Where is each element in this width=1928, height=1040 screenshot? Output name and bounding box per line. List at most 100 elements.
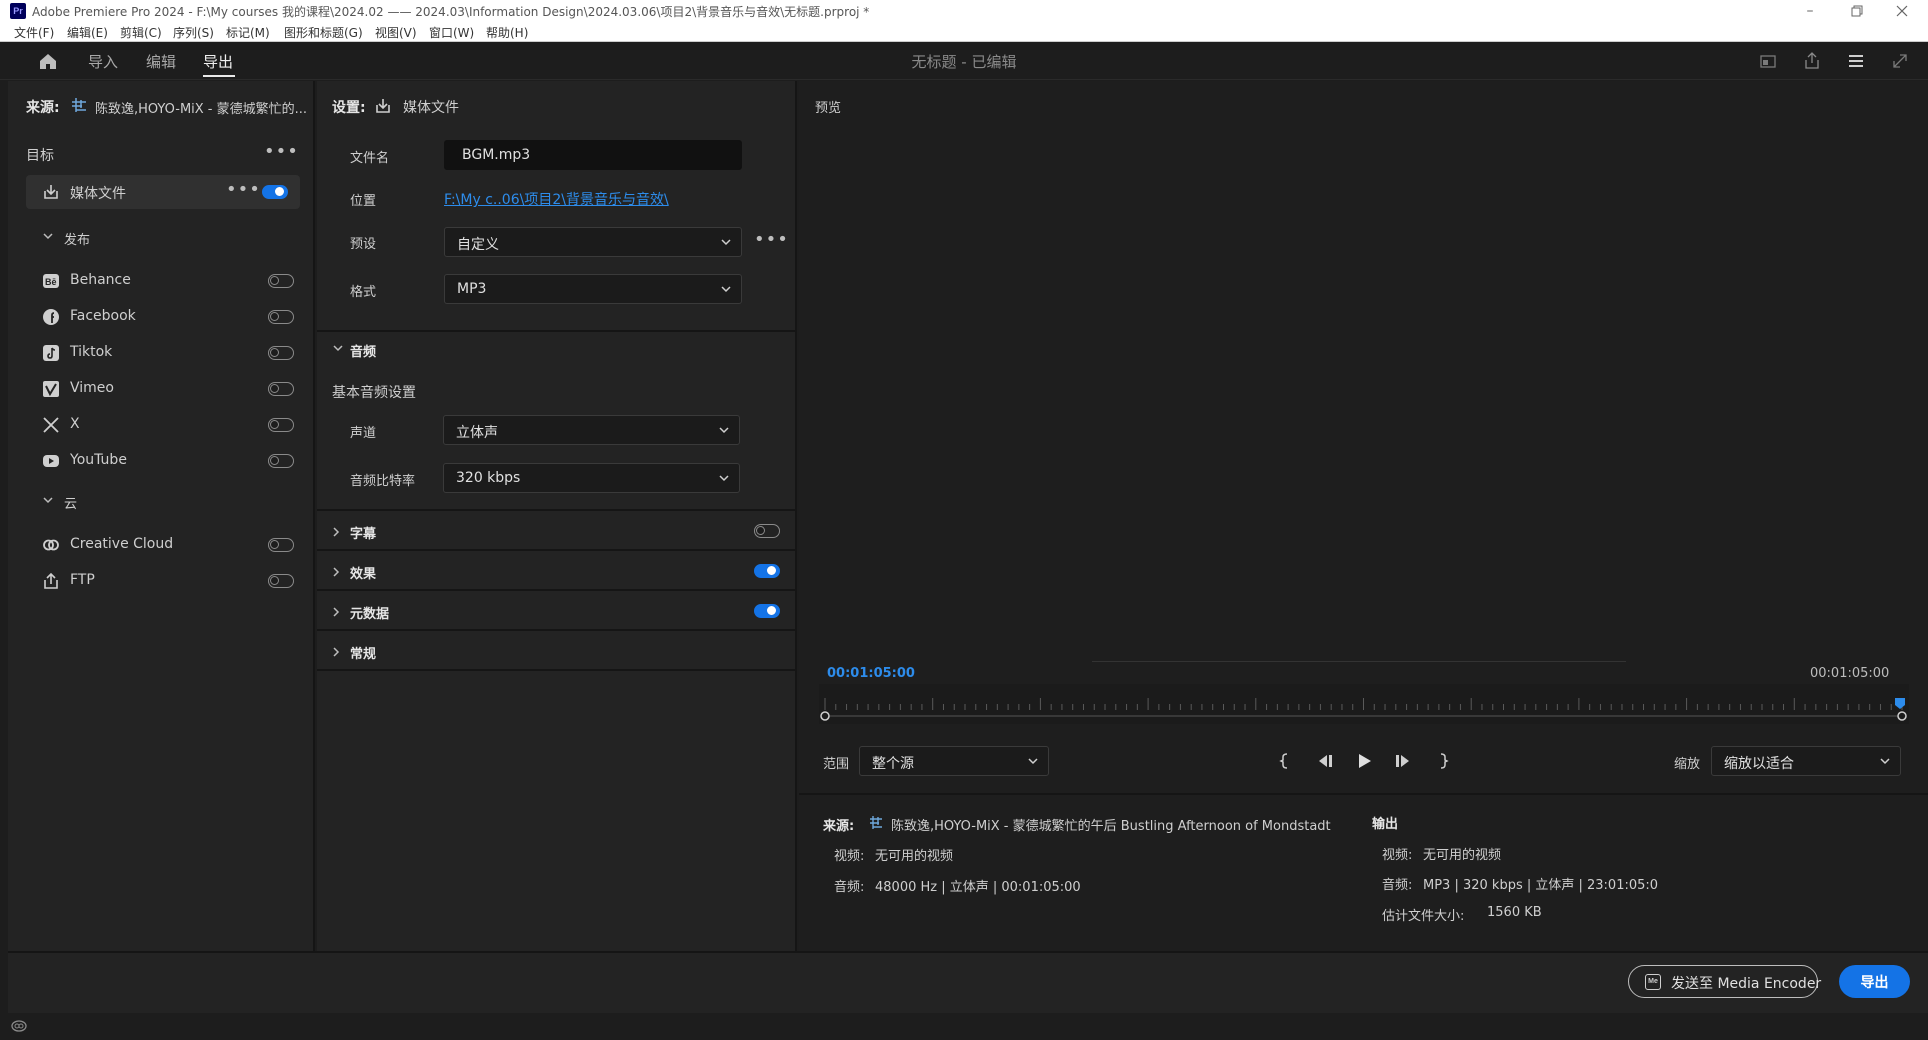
destination-youtube[interactable]: YouTube bbox=[42, 450, 302, 474]
general-section[interactable]: 常规 bbox=[317, 631, 795, 671]
destination-ftp[interactable]: FTP bbox=[42, 570, 302, 594]
send-to-media-encoder-button[interactable]: Me 发送至 Media Encoder bbox=[1628, 965, 1822, 998]
x-toggle[interactable] bbox=[268, 418, 294, 432]
restore-button[interactable] bbox=[1846, 1, 1866, 21]
settings-panel: 设置: 媒体文件 文件名 BGM.mp3 位置 F:\My c..06\项目2\… bbox=[317, 81, 797, 951]
preset-more-button[interactable]: ••• bbox=[754, 229, 789, 250]
destination-creative-cloud[interactable]: Creative Cloud bbox=[42, 534, 302, 558]
effects-toggle[interactable] bbox=[754, 564, 780, 578]
destination-tiktok[interactable]: Tiktok bbox=[42, 342, 302, 366]
audio-section-label[interactable]: 音频 bbox=[350, 341, 376, 360]
export-button[interactable]: 导出 bbox=[1839, 965, 1910, 998]
playhead[interactable] bbox=[1895, 698, 1905, 709]
facebook-toggle[interactable] bbox=[268, 310, 294, 324]
channels-dropdown[interactable]: 立体声 bbox=[443, 415, 740, 445]
behance-toggle[interactable] bbox=[268, 274, 294, 288]
youtube-label: YouTube bbox=[70, 452, 127, 468]
menu-graphics[interactable]: 图形和标题(G) bbox=[284, 24, 363, 41]
chevron-right-icon bbox=[333, 527, 340, 537]
tiktok-label: Tiktok bbox=[70, 344, 113, 360]
metadata-toggle[interactable] bbox=[754, 604, 780, 618]
fullscreen-button[interactable] bbox=[1890, 51, 1910, 71]
destination-vimeo[interactable]: Vimeo bbox=[42, 378, 302, 402]
preset-dropdown[interactable]: 自定义 bbox=[444, 227, 742, 257]
workspace-button[interactable] bbox=[1758, 51, 1778, 71]
format-dropdown[interactable]: MP3 bbox=[444, 274, 742, 304]
cloud-chevron-icon[interactable] bbox=[42, 495, 54, 505]
menu-help[interactable]: 帮助(H) bbox=[486, 24, 528, 41]
step-back-icon bbox=[1319, 755, 1332, 767]
facebook-label: Facebook bbox=[70, 308, 136, 324]
send-to-media-encoder-label: 发送至 Media Encoder bbox=[1671, 976, 1822, 992]
close-window-button[interactable] bbox=[1892, 1, 1912, 21]
step-back-button[interactable] bbox=[1315, 752, 1335, 770]
set-out-point-button[interactable] bbox=[1435, 752, 1451, 770]
captions-toggle[interactable] bbox=[754, 524, 780, 538]
bitrate-dropdown[interactable]: 320 kbps bbox=[443, 463, 740, 493]
menu-clip[interactable]: 剪辑(C) bbox=[120, 24, 162, 41]
minimize-button[interactable]: – bbox=[1800, 1, 1820, 21]
creative-cloud-toggle[interactable] bbox=[268, 538, 294, 552]
media-file-toggle[interactable] bbox=[262, 185, 288, 199]
location-link[interactable]: F:\My c..06\项目2\背景音乐与音效\ bbox=[444, 189, 669, 209]
time-ruler-ticks bbox=[820, 698, 1907, 721]
ftp-toggle[interactable] bbox=[268, 574, 294, 588]
play-button[interactable] bbox=[1355, 752, 1373, 770]
bitrate-value: 320 kbps bbox=[456, 470, 521, 486]
menu-file[interactable]: 文件(F) bbox=[14, 24, 54, 41]
current-timecode[interactable]: 00:01:05:00 bbox=[827, 666, 915, 681]
set-in-point-button[interactable] bbox=[1277, 752, 1293, 770]
download-icon bbox=[42, 183, 60, 201]
vimeo-label: Vimeo bbox=[70, 380, 114, 396]
effects-section[interactable]: 效果 bbox=[317, 551, 795, 591]
destination-x[interactable]: X bbox=[42, 414, 302, 438]
in-point-handle[interactable] bbox=[820, 711, 830, 721]
timeline-ruler[interactable] bbox=[819, 684, 1909, 724]
menu-sequence[interactable]: 序列(S) bbox=[173, 24, 214, 41]
media-file-more-button[interactable]: ••• bbox=[226, 179, 261, 200]
destinations-panel: 来源: 陈致逸,HOYO-MiX - 蒙德城繁忙的... 目标 ••• 媒体文件… bbox=[8, 81, 315, 951]
quick-export-button[interactable] bbox=[1802, 51, 1822, 71]
publish-chevron-icon[interactable] bbox=[42, 231, 54, 241]
divider bbox=[317, 330, 795, 332]
youtube-icon bbox=[42, 452, 60, 470]
preview-label: 预览 bbox=[815, 101, 842, 116]
menu-view[interactable]: 视图(V) bbox=[375, 24, 417, 41]
range-dropdown[interactable]: 整个源 bbox=[859, 746, 1049, 776]
filename-input[interactable]: BGM.mp3 bbox=[444, 140, 742, 170]
creative-cloud-status-icon[interactable] bbox=[10, 1019, 28, 1033]
destination-media-file[interactable]: 媒体文件 ••• bbox=[26, 175, 300, 209]
targets-more-button[interactable]: ••• bbox=[264, 141, 299, 162]
metadata-section[interactable]: 元数据 bbox=[317, 591, 795, 631]
out-brace-icon bbox=[1440, 753, 1449, 769]
sequence-icon bbox=[70, 96, 88, 114]
premiere-logo-icon: Pr bbox=[10, 3, 26, 19]
file-size-value: 1560 KB bbox=[1487, 905, 1542, 920]
menu-edit[interactable]: 编辑(E) bbox=[67, 24, 108, 41]
audio-section-chevron-icon[interactable] bbox=[332, 343, 344, 353]
captions-section[interactable]: 字幕 bbox=[317, 511, 795, 551]
format-value: MP3 bbox=[457, 281, 487, 297]
zoom-dropdown[interactable]: 缩放以适合 bbox=[1711, 746, 1901, 776]
publish-label: 发布 bbox=[64, 233, 91, 248]
destination-facebook[interactable]: Facebook bbox=[42, 306, 302, 330]
play-icon bbox=[1359, 754, 1371, 768]
youtube-toggle[interactable] bbox=[268, 454, 294, 468]
menu-window[interactable]: 窗口(W) bbox=[429, 24, 474, 41]
preview-panel: 预览 00:01:05:00 00:01:05:00 范围 整个源 缩放 缩放以… bbox=[799, 81, 1928, 951]
media-encoder-icon: Me bbox=[1645, 974, 1661, 990]
channels-value: 立体声 bbox=[456, 425, 498, 441]
range-value: 整个源 bbox=[872, 756, 914, 772]
destination-behance[interactable]: Bē Behance bbox=[42, 270, 302, 294]
step-forward-button[interactable] bbox=[1393, 752, 1413, 770]
vimeo-toggle[interactable] bbox=[268, 382, 294, 396]
summary-video-label: 视频: bbox=[834, 849, 865, 864]
menu-marker[interactable]: 标记(M) bbox=[226, 24, 270, 41]
workspaces-menu-button[interactable] bbox=[1846, 51, 1866, 71]
document-title: 无标题 - 已编辑 bbox=[911, 53, 1017, 71]
file-size-label: 估计文件大小: bbox=[1382, 909, 1465, 924]
creative-cloud-icon bbox=[42, 536, 60, 554]
range-label: 范围 bbox=[823, 757, 850, 772]
out-point-handle[interactable] bbox=[1897, 711, 1907, 721]
tiktok-toggle[interactable] bbox=[268, 346, 294, 360]
